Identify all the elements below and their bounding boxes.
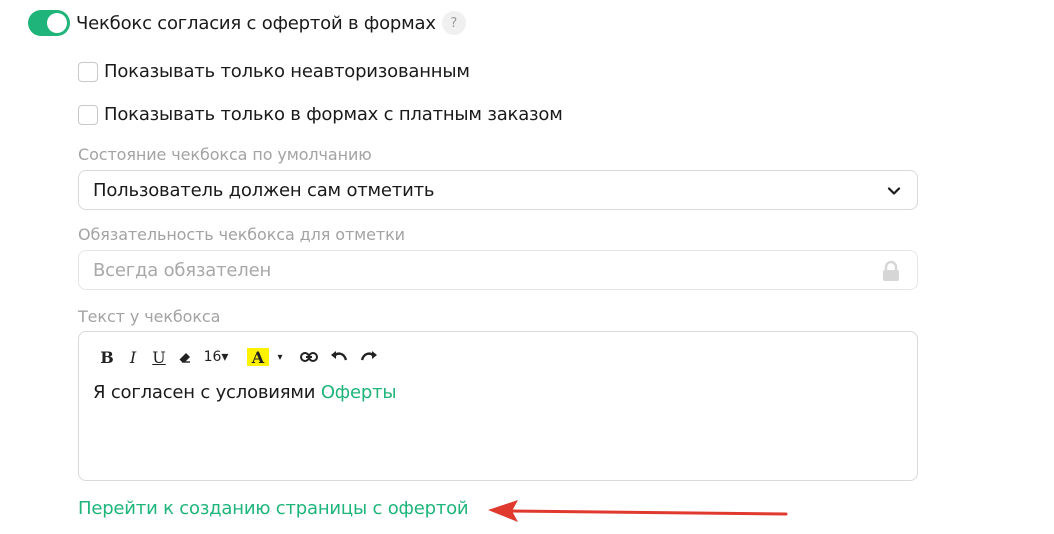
text-color-button[interactable]: A: [247, 348, 269, 367]
offer-checkbox-toggle[interactable]: [28, 10, 70, 36]
offer-inline-link[interactable]: Оферты: [321, 382, 397, 403]
offer-checkbox-toggle-row: Чекбокс согласия с офертой в формах ?: [28, 10, 466, 36]
checkbox-row-unauthorized[interactable]: Показывать только неавторизованным: [78, 61, 470, 82]
rich-text-editor[interactable]: B I U 16▾ A ▾ Я согласен с условиями Офе…: [78, 331, 918, 481]
link-icon[interactable]: [297, 346, 321, 368]
checkbox-paid-order[interactable]: [78, 104, 98, 125]
bold-button[interactable]: B: [97, 346, 117, 368]
chevron-down-icon: [887, 183, 901, 202]
font-size-select[interactable]: 16▾: [201, 346, 231, 368]
editor-text-plain: Я согласен с условиями: [93, 382, 321, 403]
required-field: Всегда обязателен: [78, 250, 918, 290]
default-state-label: Состояние чекбокса по умолчанию: [78, 145, 372, 164]
undo-icon[interactable]: [327, 346, 351, 368]
select-value: Пользователь должен сам отметить: [93, 179, 435, 201]
eraser-icon[interactable]: [175, 346, 195, 368]
arrow-annotation: [484, 498, 794, 532]
checkbox-text-label: Текст у чекбокса: [78, 307, 221, 326]
help-icon[interactable]: ?: [441, 11, 466, 35]
toggle-knob: [47, 13, 67, 33]
toggle-label: Чекбокс согласия с офертой в формах: [76, 12, 436, 34]
lock-icon: [881, 260, 901, 286]
required-value: Всегда обязателен: [93, 259, 272, 281]
text-color-caret[interactable]: ▾: [273, 346, 287, 368]
editor-content[interactable]: Я согласен с условиями Оферты: [93, 382, 397, 403]
checkbox-row-paid-order[interactable]: Показывать только в формах с платным зак…: [78, 104, 563, 125]
required-label: Обязательность чекбокса для отметки: [78, 225, 405, 244]
italic-button[interactable]: I: [123, 346, 143, 368]
create-offer-page-link[interactable]: Перейти к созданию страницы с офертой: [78, 498, 469, 519]
default-state-select[interactable]: Пользователь должен сам отметить: [78, 170, 918, 210]
underline-button[interactable]: U: [149, 346, 169, 368]
checkbox-label: Показывать только неавторизованным: [104, 61, 470, 82]
editor-toolbar: B I U 16▾ A ▾: [97, 346, 387, 368]
checkbox-unauthorized[interactable]: [78, 61, 98, 82]
redo-icon[interactable]: [357, 346, 381, 368]
checkbox-label: Показывать только в формах с платным зак…: [104, 104, 563, 125]
